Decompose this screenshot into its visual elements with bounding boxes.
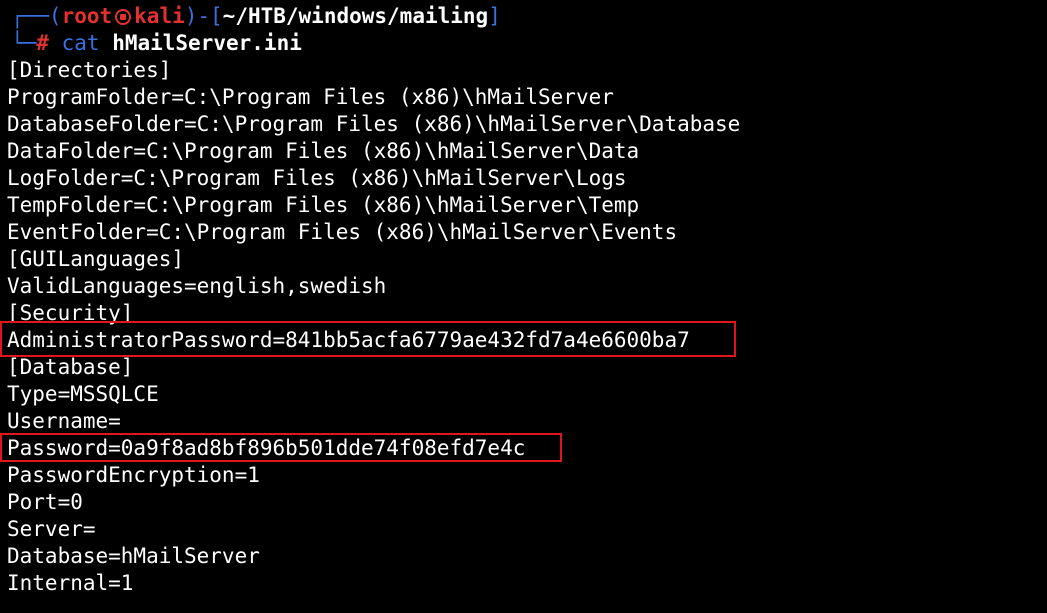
output-line: [Directories] <box>7 58 172 82</box>
prompt-line-2: └─# cat hMailServer.ini <box>11 30 302 57</box>
output-line: ProgramFolder=C:\Program Files (x86)\hMa… <box>7 85 614 109</box>
output-line: Type=MSSQLCE <box>7 382 159 406</box>
output-line: Username= <box>7 409 121 433</box>
output-line: LogFolder=C:\Program Files (x86)\hMailSe… <box>7 166 627 190</box>
prompt-hash: # <box>36 31 49 55</box>
output-line: DataFolder=C:\Program Files (x86)\hMailS… <box>7 139 640 163</box>
output-line: PasswordEncryption=1 <box>7 463 260 487</box>
output-line: Internal=1 <box>7 571 134 595</box>
kali-skull-icon <box>115 9 132 25</box>
prompt-close-bracket: ] <box>488 4 501 28</box>
prompt-path: ~/HTB/windows/mailing <box>222 4 489 28</box>
prompt-open-bracket: ┌──( <box>11 4 62 28</box>
output-line: Database=hMailServer <box>7 544 260 568</box>
command-name: cat <box>61 31 100 55</box>
database-password-highlight <box>0 433 562 462</box>
output-line: ValidLanguages=english,swedish <box>7 274 387 298</box>
output-line: TempFolder=C:\Program Files (x86)\hMailS… <box>7 193 640 217</box>
terminal-window[interactable]: ┌──(root kali)-[~/HTB/windows/mailing] └─… <box>0 0 1047 613</box>
output-line: EventFolder=C:\Program Files (x86)\hMail… <box>7 220 678 244</box>
output-line: [GUILanguages] <box>7 247 185 271</box>
prompt-close-mid: )-[ <box>184 4 223 28</box>
admin-password-highlight <box>0 321 736 357</box>
prompt-user: root <box>61 4 113 28</box>
prompt-host: kali <box>134 4 185 28</box>
output-line: DatabaseFolder=C:\Program Files (x86)\hM… <box>7 112 741 136</box>
prompt-line2-prefix: └─ <box>11 31 37 55</box>
prompt-line-1: ┌──(root kali)-[~/HTB/windows/mailing] <box>11 3 501 30</box>
output-line: Server= <box>7 517 96 541</box>
command-argument: hMailServer.ini <box>112 31 302 55</box>
output-line: Port=0 <box>7 490 83 514</box>
output-line: [Database] <box>7 355 134 379</box>
